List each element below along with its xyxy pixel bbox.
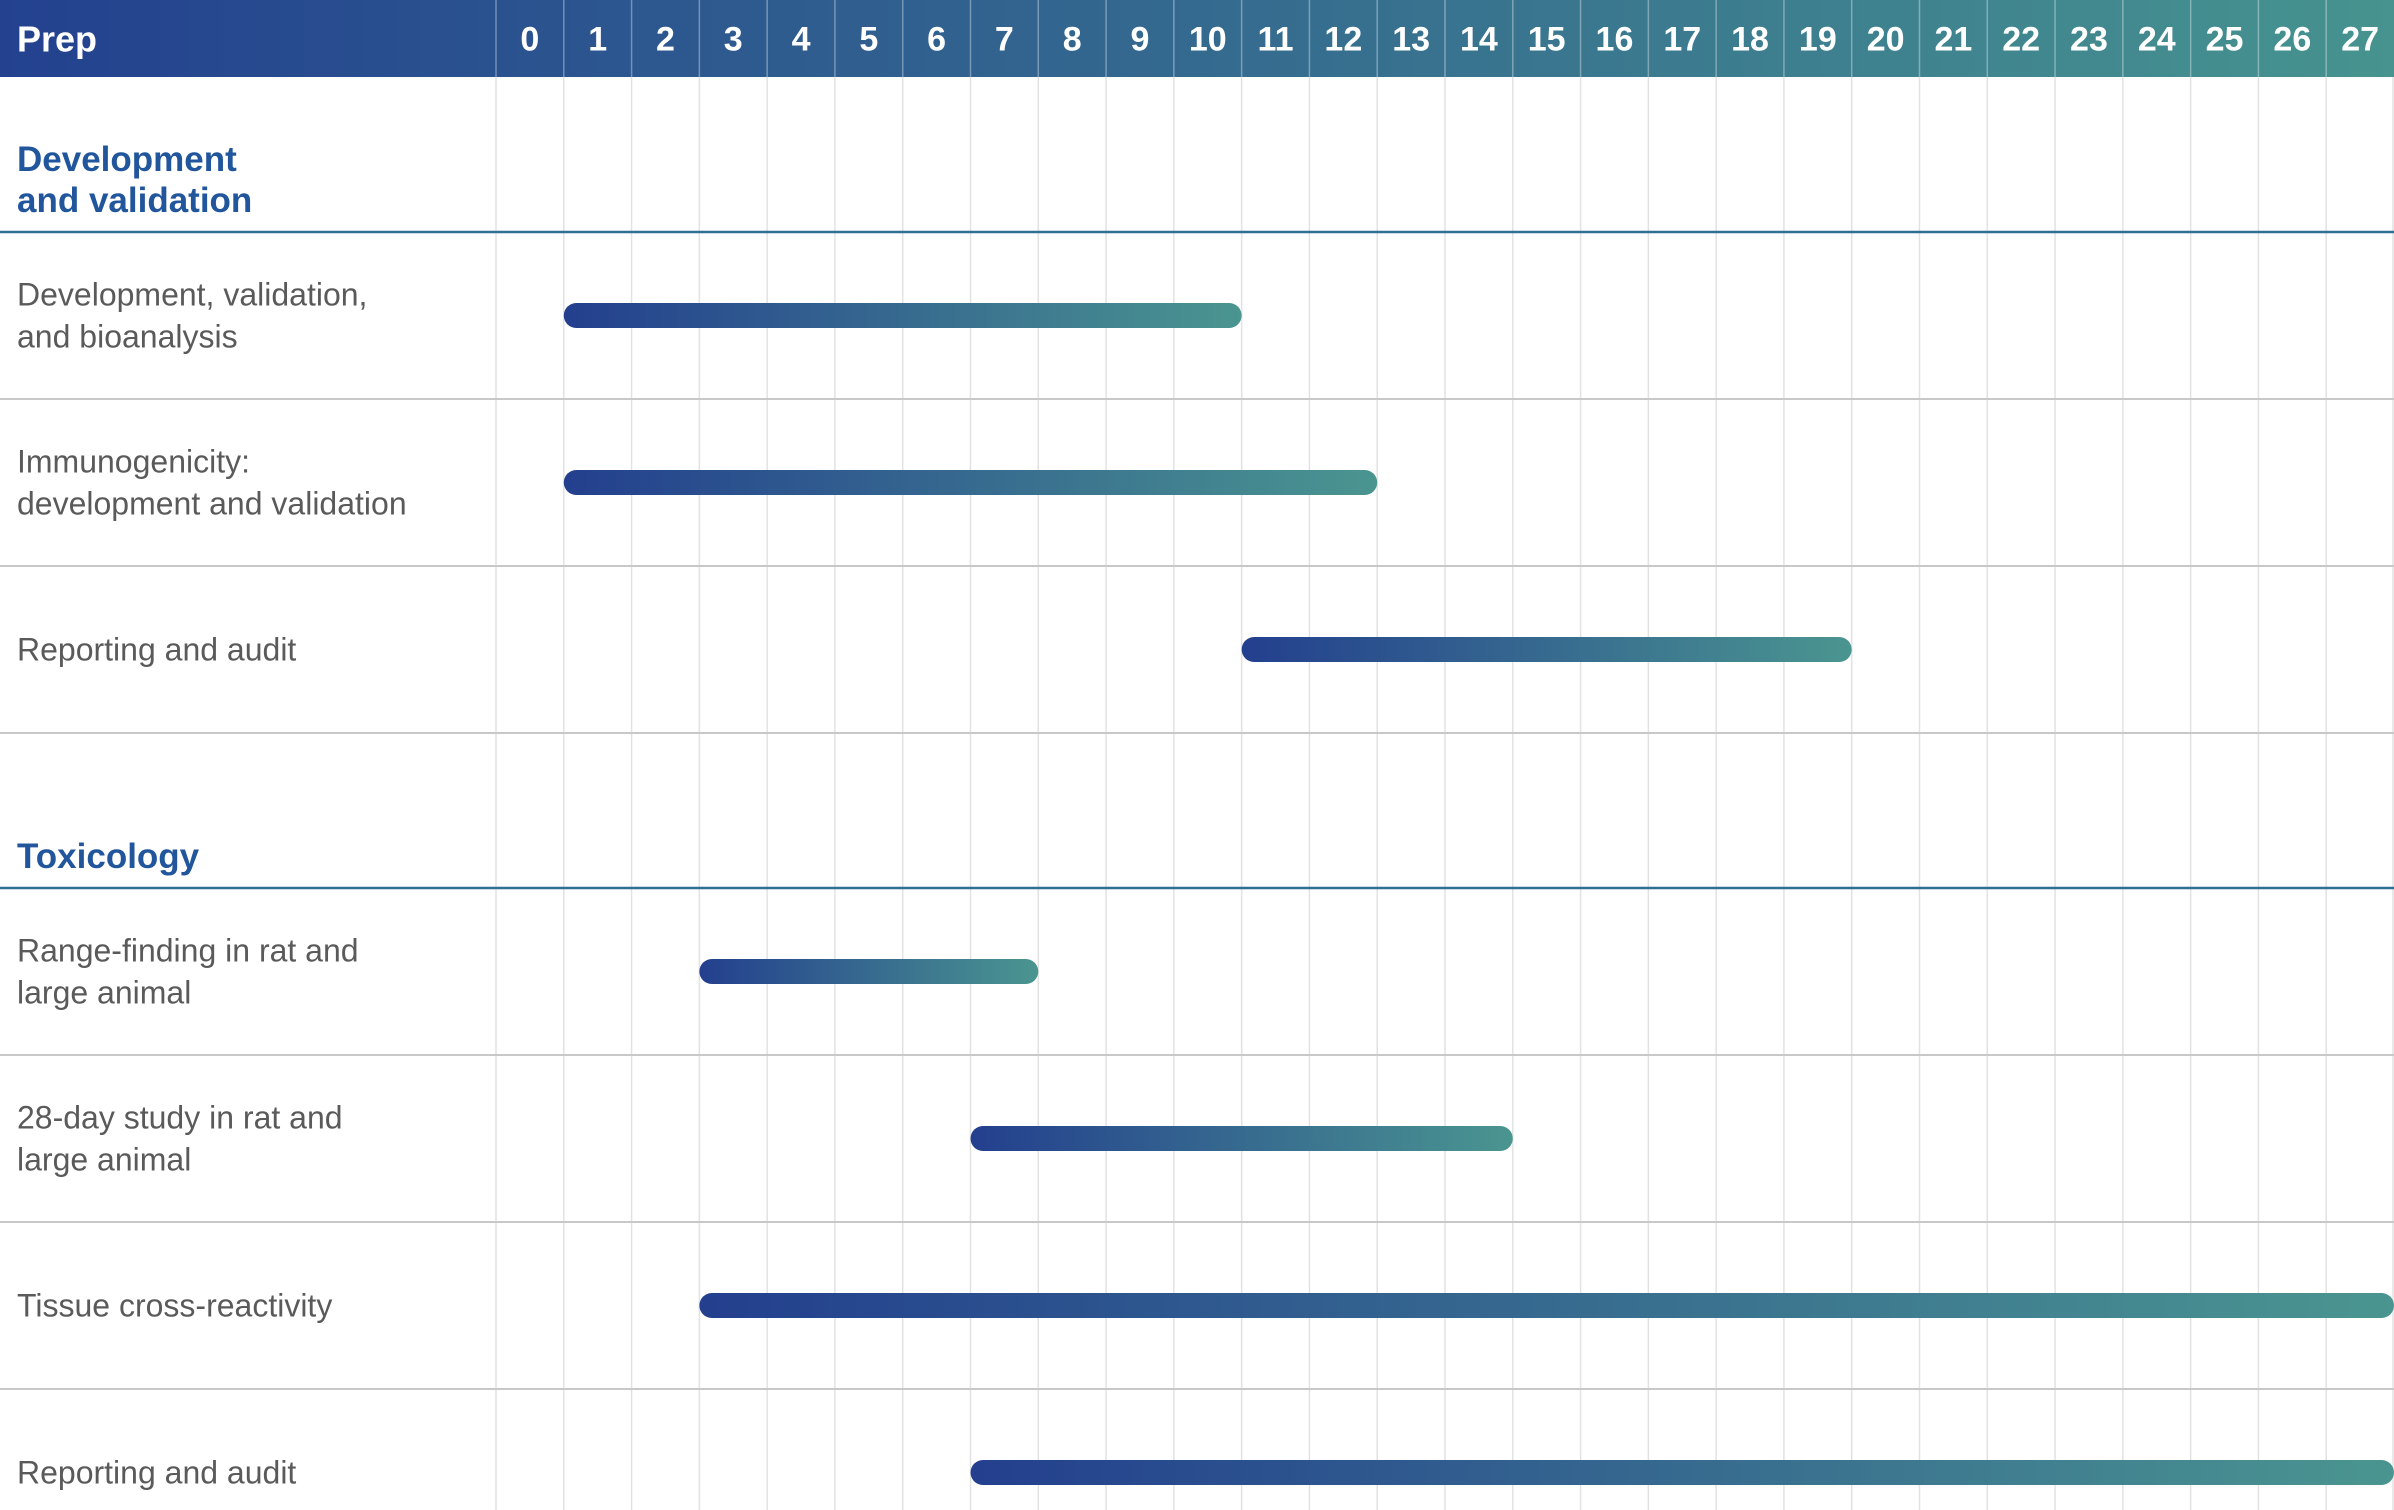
week-tick-label: 15	[1528, 21, 1566, 59]
week-tick-label: 9	[1131, 21, 1150, 59]
task-label: Tissue cross-reactivity	[17, 1288, 332, 1324]
task-row: Tissue cross-reactivity	[0, 1288, 2394, 1390]
week-tick-label: 25	[2206, 21, 2244, 59]
task-duration-bar	[699, 1293, 2394, 1318]
task-duration-bar	[563, 303, 1242, 328]
task-duration-bar	[563, 470, 1378, 495]
week-tick-label: 8	[1063, 21, 1082, 59]
task-label: Range-finding in rat and	[17, 933, 359, 969]
task-label: Reporting and audit	[17, 1455, 296, 1491]
week-tick-label: 22	[2002, 21, 2040, 59]
week-tick-label: 20	[1867, 21, 1905, 59]
task-row: Development, validation, and bioanalysis	[0, 277, 2394, 400]
week-tick-label: 0	[520, 21, 539, 59]
gantt-chart: Prep 0 1 2 3 4 5 6 7 8 9 10 11 12 13 14 15 16 17 18 19 20 21 22…	[0, 0, 2394, 1510]
week-tick-label: 2	[656, 21, 675, 59]
week-tick-label: 24	[2138, 21, 2176, 59]
task-duration-bar	[970, 1126, 1513, 1151]
section-1: Developmentand validation Development, va…	[0, 140, 2394, 734]
task-duration-bar	[970, 1460, 2394, 1485]
week-tick-label: 12	[1324, 21, 1362, 59]
week-tick-label: 27	[2341, 21, 2379, 59]
task-label: large animal	[17, 975, 191, 1011]
task-label: Immunogenicity:	[17, 444, 250, 480]
week-tick-label: 23	[2070, 21, 2108, 59]
task-row: 28-day study in rat and large animal	[0, 1100, 2394, 1223]
week-tick-label: 1	[588, 21, 607, 59]
task-label: and bioanalysis	[17, 319, 238, 355]
week-tick-label: 10	[1189, 21, 1227, 59]
week-tick-label: 11	[1258, 21, 1294, 59]
week-tick-label: 4	[792, 21, 811, 59]
prep-column-label: Prep	[17, 19, 97, 60]
section-title: Development	[17, 140, 237, 179]
week-tick-label: 5	[859, 21, 878, 59]
section-2: Toxicology Range-finding in rat and large …	[0, 837, 2394, 1491]
task-label: Development, validation,	[17, 277, 367, 313]
week-tick-label: 26	[2273, 21, 2311, 59]
timeline-header: Prep 0 1 2 3 4 5 6 7 8 9 10 11 12 13 14 15 16 17 18 19 20 21 22…	[0, 0, 2394, 77]
week-tick-label: 6	[927, 21, 946, 59]
week-tick-label: 16	[1596, 21, 1634, 59]
task-label: large animal	[17, 1142, 191, 1178]
week-tick-label: 19	[1799, 21, 1837, 59]
week-tick-label: 17	[1663, 21, 1701, 59]
week-tick-label: 14	[1460, 21, 1498, 59]
week-tick-label: 13	[1392, 21, 1430, 59]
task-row: Reporting and audit	[0, 632, 2394, 734]
week-tick-label: 3	[724, 21, 743, 59]
week-tick-label: 7	[995, 21, 1014, 59]
task-rows: Developmentand validation Development, va…	[0, 140, 2394, 1491]
task-label: 28-day study in rat and	[17, 1100, 343, 1136]
task-row: Reporting and audit	[17, 1455, 2394, 1491]
task-label: development and validation	[17, 486, 407, 522]
task-label: Reporting and audit	[17, 632, 296, 668]
section-title: and validation	[17, 181, 252, 220]
task-row: Immunogenicity: development and validatio…	[0, 444, 2394, 567]
task-row: Range-finding in rat and large animal	[0, 933, 2394, 1056]
task-duration-bar	[1241, 637, 1852, 662]
week-tick-label: 21	[1934, 21, 1972, 59]
section-title: Toxicology	[17, 837, 200, 876]
week-tick-label: 18	[1731, 21, 1769, 59]
task-duration-bar	[699, 959, 1039, 984]
